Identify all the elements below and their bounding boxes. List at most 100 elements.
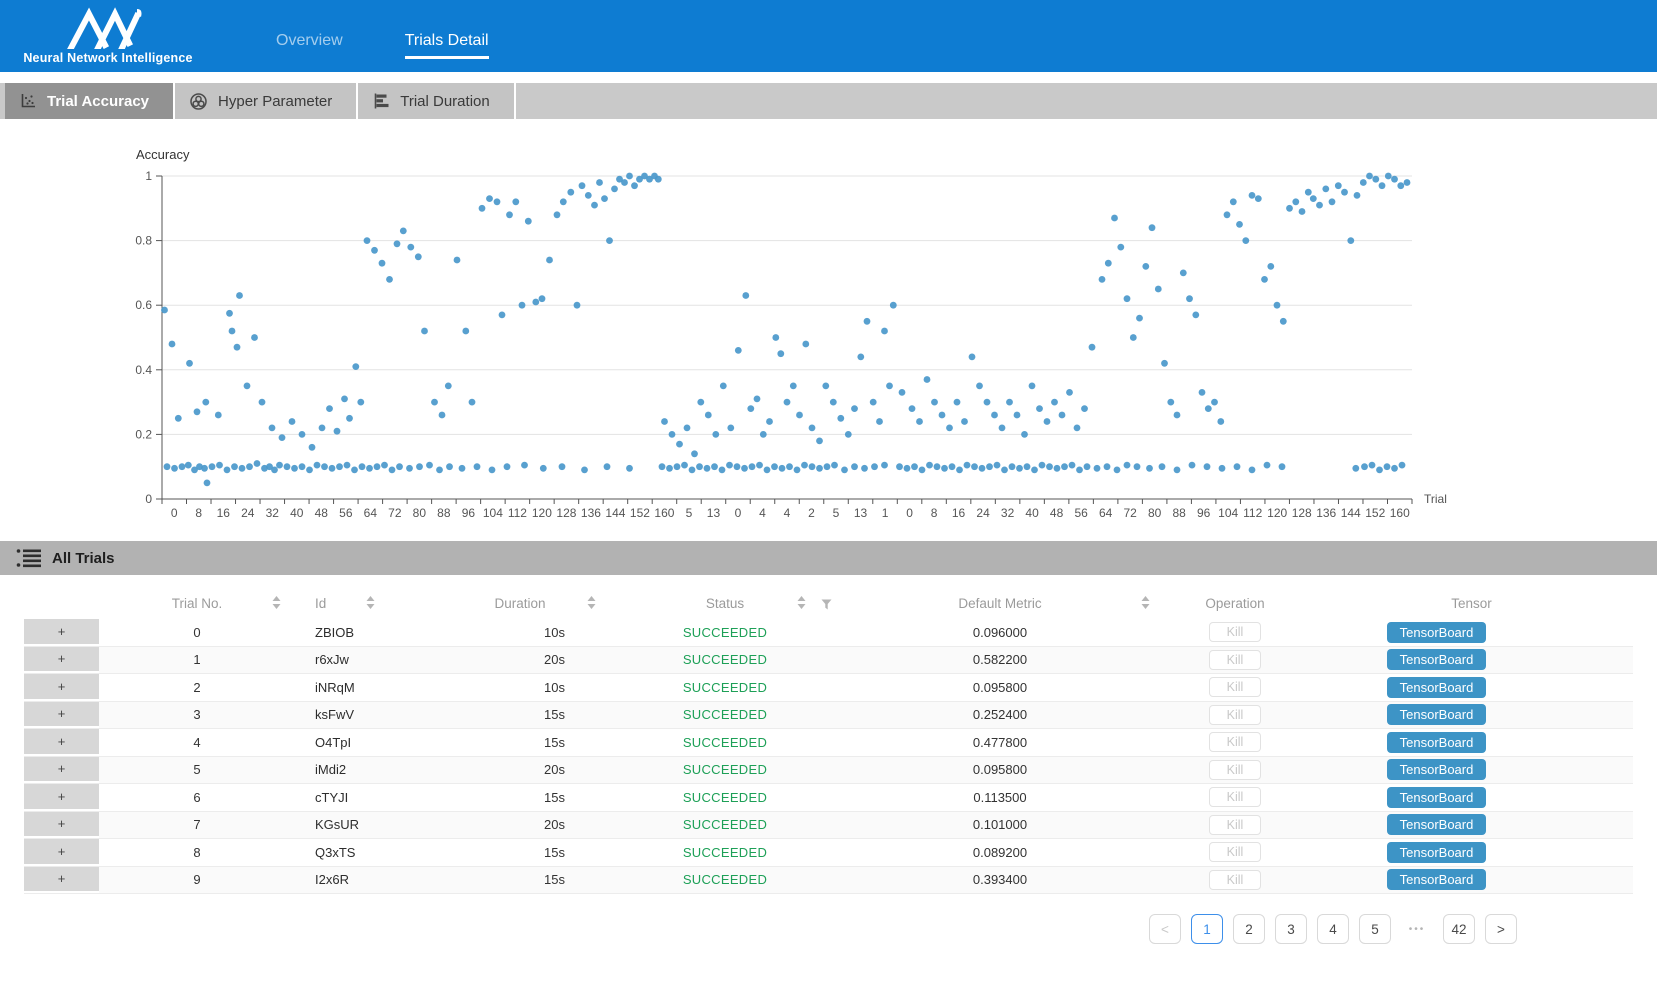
tensorboard-button[interactable]: TensorBoard: [1387, 677, 1487, 698]
scatter-point[interactable]: [941, 465, 948, 472]
scatter-point[interactable]: [926, 462, 933, 469]
scatter-point[interactable]: [784, 399, 791, 406]
scatter-point[interactable]: [1404, 179, 1411, 186]
sort-icon[interactable]: [1141, 596, 1150, 609]
scatter-point[interactable]: [1322, 186, 1329, 193]
scatter-point[interactable]: [269, 425, 276, 432]
scatter-point[interactable]: [289, 418, 296, 425]
scatter-point[interactable]: [546, 257, 553, 264]
scatter-point[interactable]: [1089, 344, 1096, 351]
scatter-point[interactable]: [344, 462, 351, 469]
scatter-point[interactable]: [479, 205, 486, 212]
scatter-point[interactable]: [771, 463, 778, 470]
tensorboard-button[interactable]: TensorBoard: [1387, 622, 1487, 643]
scatter-point[interactable]: [1347, 237, 1354, 244]
scatter-point[interactable]: [279, 434, 286, 441]
scatter-point[interactable]: [1249, 467, 1256, 474]
scatter-point[interactable]: [400, 228, 407, 235]
scatter-point[interactable]: [1009, 463, 1016, 470]
scatter-point[interactable]: [179, 463, 186, 470]
scatter-point[interactable]: [964, 462, 971, 469]
scatter-point[interactable]: [1391, 465, 1398, 472]
scatter-point[interactable]: [816, 438, 823, 445]
scatter-point[interactable]: [919, 467, 926, 474]
scatter-point[interactable]: [1286, 205, 1293, 212]
scatter-point[interactable]: [611, 186, 618, 193]
scatter-point[interactable]: [1397, 182, 1404, 189]
col-default-metric[interactable]: Default Metric: [840, 587, 1160, 619]
scatter-point[interactable]: [1111, 215, 1118, 222]
scatter-point[interactable]: [204, 480, 211, 487]
scatter-point[interactable]: [601, 195, 608, 202]
scatter-point[interactable]: [1384, 463, 1391, 470]
scatter-point[interactable]: [871, 463, 878, 470]
scatter-point[interactable]: [567, 189, 574, 196]
scatter-point[interactable]: [559, 463, 566, 470]
scatter-point[interactable]: [801, 462, 808, 469]
scatter-point[interactable]: [864, 318, 871, 325]
scatter-point[interactable]: [309, 444, 316, 451]
scatter-point[interactable]: [512, 198, 519, 205]
scatter-point[interactable]: [764, 467, 771, 474]
col-duration[interactable]: Duration: [430, 587, 610, 619]
scatter-point[interactable]: [1084, 463, 1091, 470]
kill-button[interactable]: Kill: [1209, 622, 1262, 642]
scatter-point[interactable]: [351, 467, 358, 474]
pagination-page-1[interactable]: 1: [1191, 914, 1223, 944]
scatter-point[interactable]: [1329, 198, 1336, 205]
scatter-point[interactable]: [802, 341, 809, 348]
scatter-point[interactable]: [726, 462, 733, 469]
scatter-point[interactable]: [851, 405, 858, 412]
scatter-point[interactable]: [239, 465, 246, 472]
scatter-point[interactable]: [379, 260, 386, 267]
scatter-point[interactable]: [1061, 463, 1068, 470]
scatter-point[interactable]: [1099, 276, 1106, 283]
scatter-point[interactable]: [1104, 463, 1111, 470]
scatter-point[interactable]: [689, 467, 696, 474]
scatter-point[interactable]: [326, 405, 333, 412]
scatter-point[interactable]: [1399, 462, 1406, 469]
scatter-point[interactable]: [1372, 176, 1379, 183]
pagination-page-3[interactable]: 3: [1275, 914, 1307, 944]
scatter-point[interactable]: [1149, 224, 1156, 231]
scatter-point[interactable]: [666, 465, 673, 472]
scatter-point[interactable]: [786, 463, 793, 470]
scatter-point[interactable]: [779, 465, 786, 472]
scatter-point[interactable]: [209, 463, 216, 470]
scatter-point[interactable]: [254, 460, 261, 467]
scatter-point[interactable]: [1310, 195, 1317, 202]
scatter-point[interactable]: [314, 462, 321, 469]
scatter-point[interactable]: [899, 389, 906, 396]
scatter-point[interactable]: [946, 425, 953, 432]
scatter-point[interactable]: [539, 295, 546, 302]
scatter-point[interactable]: [986, 463, 993, 470]
scatter-point[interactable]: [719, 467, 726, 474]
scatter-point[interactable]: [851, 463, 858, 470]
scatter-point[interactable]: [246, 463, 253, 470]
scatter-point[interactable]: [329, 465, 336, 472]
sort-icon[interactable]: [587, 596, 596, 609]
kill-button[interactable]: Kill: [1209, 677, 1262, 697]
pagination-page-4[interactable]: 4: [1317, 914, 1349, 944]
scatter-point[interactable]: [1385, 173, 1392, 180]
scatter-point[interactable]: [357, 399, 364, 406]
scatter-point[interactable]: [984, 399, 991, 406]
scatter-point[interactable]: [756, 462, 763, 469]
scatter-point[interactable]: [1360, 179, 1367, 186]
scatter-point[interactable]: [596, 179, 603, 186]
scatter-point[interactable]: [532, 299, 539, 306]
scatter-point[interactable]: [1192, 312, 1199, 319]
scatter-point[interactable]: [201, 465, 208, 472]
scatter-point[interactable]: [1234, 463, 1241, 470]
scatter-point[interactable]: [591, 202, 598, 209]
scatter-point[interactable]: [1236, 221, 1243, 228]
scatter-point[interactable]: [760, 431, 767, 438]
scatter-point[interactable]: [816, 465, 823, 472]
sort-icon[interactable]: [797, 596, 806, 609]
scatter-point[interactable]: [1059, 412, 1066, 419]
kill-button[interactable]: Kill: [1209, 732, 1262, 752]
scatter-point[interactable]: [704, 465, 711, 472]
scatter-point[interactable]: [359, 463, 366, 470]
scatter-point[interactable]: [1155, 286, 1162, 293]
scatter-point[interactable]: [661, 418, 668, 425]
